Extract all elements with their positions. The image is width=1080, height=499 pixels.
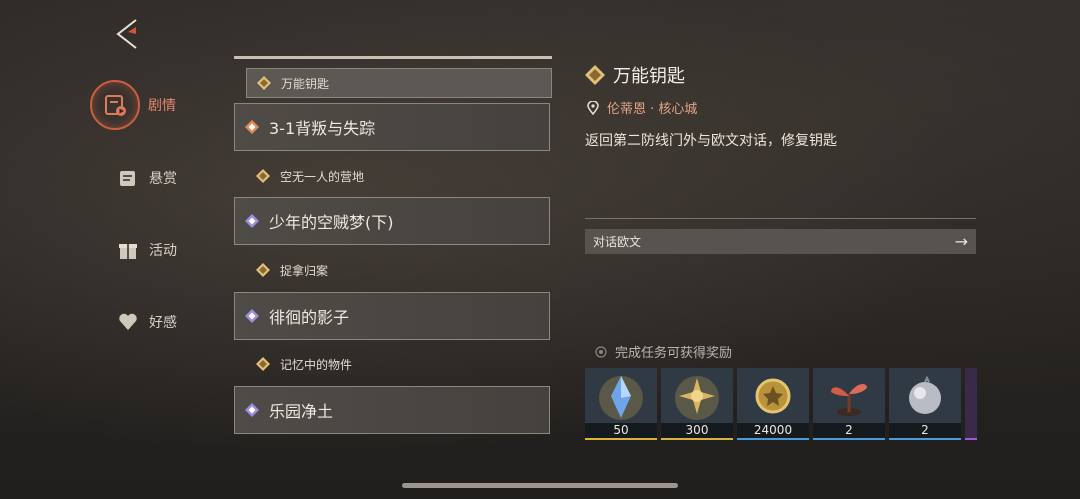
quest-title: 万能钥匙 [281,76,330,91]
quest-item[interactable]: 乐园净土 [234,386,550,434]
reward-amount: 2 [889,423,961,438]
rarity-bar [965,438,977,440]
purple-diamond-icon [245,403,259,417]
nav-item-event[interactable]: 活动 [115,237,177,263]
rewards-title: 完成任务可获得奖励 [615,346,733,361]
gold-diamond-icon [256,263,270,277]
detail-title-row: 万能钥匙 [585,62,685,88]
list-top-divider [234,56,552,59]
detail-location: 伦蒂恩 · 核心城 [607,102,698,117]
quest-title: 3-1背叛与失踪 [269,119,376,138]
quest-title: 空无一人的营地 [280,169,365,184]
quest-title: 捉拿归案 [280,263,329,278]
reward-amount: 2 [813,423,885,438]
nav-label: 悬赏 [149,171,177,187]
rarity-bar [585,438,657,440]
quest-item[interactable]: 3-1背叛与失踪 [234,103,550,151]
back-button[interactable] [114,18,140,50]
arrow-right-icon: → [954,232,968,251]
detail-divider [585,218,976,219]
reward-item[interactable]: 50 [585,368,657,440]
reward-item[interactable]: 24000 [737,368,809,440]
nav-item-bounty[interactable]: 悬赏 [115,165,177,191]
reward-amount: 24000 [737,423,809,438]
rewards-header: 完成任务可获得奖励 [595,342,732,361]
home-indicator[interactable] [402,483,678,488]
detail-title: 万能钥匙 [613,66,685,87]
reward-item[interactable]: 2 [813,368,885,440]
gold-diamond-icon [256,169,270,183]
heart-icon [115,309,141,335]
nav-label: 好感 [149,315,177,331]
gold-star-orb-icon [675,376,719,420]
location-pin-icon [587,100,599,115]
quest-title: 乐园净土 [269,402,334,421]
gold-diamond-icon [257,76,271,90]
rarity-bar [889,438,961,440]
rarity-bar [813,438,885,440]
reward-item[interactable]: 2 [889,368,961,440]
quest-item[interactable]: 徘徊的影子 [234,292,550,340]
red-sprout-icon [831,384,867,416]
gold-coin-icon [755,378,791,414]
nav-item-story[interactable]: 剧情 [90,80,176,130]
rewards-list: 50 300 24000 2 2 [585,368,977,440]
quest-item[interactable]: 空无一人的营地 [246,162,550,190]
detail-description: 返回第二防线门外与欧文对话，修复钥匙 [585,133,837,149]
quest-item[interactable]: 少年的空贼梦(下) [234,197,550,245]
reward-badge-icon [595,345,607,358]
reward-amount: 50 [585,423,657,438]
detail-location-row: 伦蒂恩 · 核心城 [587,98,697,117]
story-icon [90,80,140,130]
rarity-bar [737,438,809,440]
reward-item-partial[interactable] [965,368,977,440]
rarity-bar [661,438,733,440]
nav-item-affinity[interactable]: 好感 [115,309,177,335]
purple-diamond-icon [245,309,259,323]
talk-action-button[interactable]: 对话欧文 → [585,229,976,254]
reward-amount: 300 [661,423,733,438]
quest-item[interactable]: 记忆中的物件 [246,350,550,378]
nav-label: 活动 [149,243,177,259]
purple-diamond-icon [245,214,259,228]
scroll-icon [115,165,141,191]
quest-title: 记忆中的物件 [280,357,353,372]
quest-title: 徘徊的影子 [269,308,350,327]
back-arrow-icon [116,19,137,49]
nav-label: 剧情 [148,98,176,114]
gift-icon [115,237,141,263]
crystal-icon [599,376,643,420]
action-label: 对话欧文 [593,235,642,249]
quest-item[interactable]: 捉拿归案 [246,256,550,284]
gold-diamond-icon [256,357,270,371]
quest-title: 少年的空贼梦(下) [269,213,394,232]
quest-item-selected[interactable]: 万能钥匙 [246,68,552,98]
silver-orb-icon [909,375,941,414]
gold-diamond-icon [585,65,605,85]
orange-diamond-icon [245,120,259,134]
reward-item[interactable]: 300 [661,368,733,440]
